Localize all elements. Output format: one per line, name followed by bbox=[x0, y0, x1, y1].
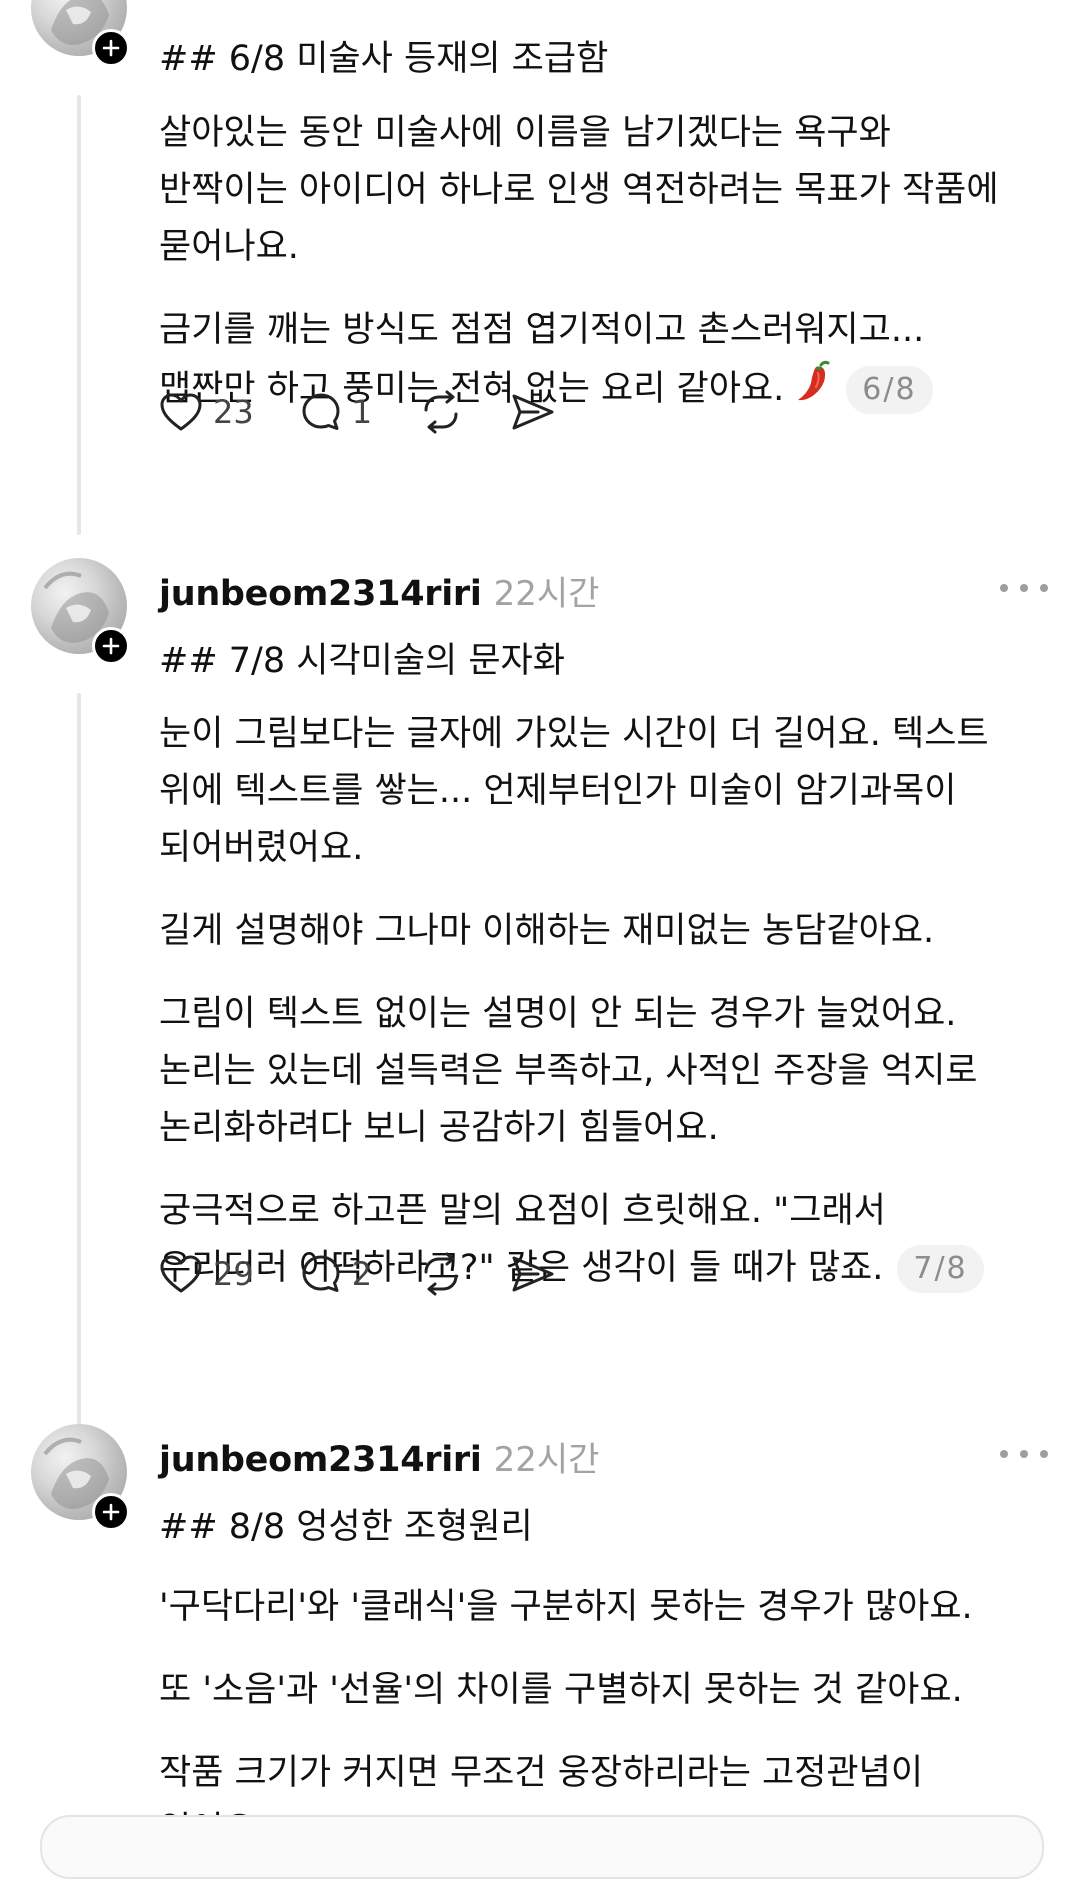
timestamp: 22시간 bbox=[493, 1440, 600, 1480]
more-dots-icon bbox=[1000, 1450, 1008, 1458]
reply-count: 2 bbox=[351, 1255, 373, 1293]
thread-connector-line bbox=[77, 693, 81, 1438]
page-counter-badge: 6/8 bbox=[846, 366, 933, 414]
comment-bubble-icon bbox=[302, 1255, 340, 1292]
follow-button[interactable] bbox=[92, 1493, 130, 1531]
more-options-button[interactable] bbox=[1000, 573, 1048, 603]
share-button[interactable] bbox=[510, 1253, 556, 1295]
send-icon bbox=[512, 394, 554, 430]
post-title: ## 7/8 시각미술의 문자화 bbox=[159, 641, 565, 681]
repost-button[interactable] bbox=[418, 390, 464, 434]
more-dots-icon bbox=[1040, 1450, 1048, 1458]
heart-icon bbox=[160, 393, 202, 431]
post-paragraph: 그림이 텍스트 없이는 설명이 안 되는 경우가 늘었어요. 논리는 있는데 설… bbox=[159, 994, 978, 1148]
send-icon bbox=[512, 1256, 554, 1292]
reply-composer-bar[interactable] bbox=[40, 1815, 1044, 1879]
comment-bubble-icon bbox=[302, 393, 340, 430]
post-title: ## 6/8 미술사 등재의 조급함 bbox=[159, 39, 609, 79]
page-counter-badge: 7/8 bbox=[897, 1245, 984, 1293]
post-paragraph: 길게 설명해야 그나마 이해하는 재미없는 농담같아요. bbox=[159, 911, 935, 951]
username[interactable]: junbeom2314riri bbox=[159, 1440, 482, 1480]
timestamp: 22시간 bbox=[493, 574, 600, 614]
repost-icon bbox=[424, 390, 458, 434]
share-button[interactable] bbox=[510, 391, 556, 433]
post-title: ## 8/8 엉성한 조형원리 bbox=[159, 1507, 533, 1547]
post-body: 눈이 그림보다는 글자에 가있는 시간이 더 길어요. 텍스트 위에 텍스트를 … bbox=[159, 706, 1059, 1323]
reply-count: 1 bbox=[351, 393, 373, 431]
plus-icon bbox=[102, 637, 120, 655]
follow-button[interactable] bbox=[92, 29, 130, 67]
post-paragraph: 살아있는 동안 미술사에 이름을 남기겠다는 욕구와 반짝이는 아이디어 하나로… bbox=[159, 113, 999, 267]
plus-icon bbox=[102, 39, 120, 57]
post-header: junbeom2314riri 22시간 bbox=[159, 1432, 599, 1480]
more-dots-icon bbox=[1040, 584, 1048, 592]
post-actions: 23 1 bbox=[159, 384, 602, 440]
reply-button[interactable]: 1 bbox=[300, 391, 372, 433]
like-button[interactable]: 29 bbox=[159, 1254, 254, 1294]
username[interactable]: junbeom2314riri bbox=[159, 574, 482, 614]
thread-connector-line bbox=[77, 95, 81, 535]
post-actions: 29 2 bbox=[159, 1246, 602, 1302]
chili-pepper-icon bbox=[794, 359, 832, 421]
post-paragraph: 눈이 그림보다는 글자에 가있는 시간이 더 길어요. 텍스트 위에 텍스트를 … bbox=[159, 714, 989, 868]
like-button[interactable]: 23 bbox=[159, 392, 254, 432]
post-paragraph: 또 '소음'과 '선율'의 차이를 구별하지 못하는 것 같아요. bbox=[159, 1670, 963, 1710]
more-dots-icon bbox=[1020, 584, 1028, 592]
more-dots-icon bbox=[1000, 584, 1008, 592]
post-header: junbeom2314riri 22시간 bbox=[159, 566, 599, 614]
repost-button[interactable] bbox=[418, 1252, 464, 1296]
more-dots-icon bbox=[1020, 1450, 1028, 1458]
post-paragraph: '구닥다리'와 '클래식'을 구분하지 못하는 경우가 많아요. bbox=[159, 1587, 973, 1627]
follow-button[interactable] bbox=[92, 627, 130, 665]
repost-icon bbox=[424, 1252, 458, 1296]
like-count: 29 bbox=[213, 1255, 254, 1293]
plus-icon bbox=[102, 1503, 120, 1521]
reply-button[interactable]: 2 bbox=[300, 1253, 372, 1295]
more-options-button[interactable] bbox=[1000, 1439, 1048, 1469]
heart-icon bbox=[160, 1255, 202, 1293]
like-count: 23 bbox=[213, 393, 254, 431]
